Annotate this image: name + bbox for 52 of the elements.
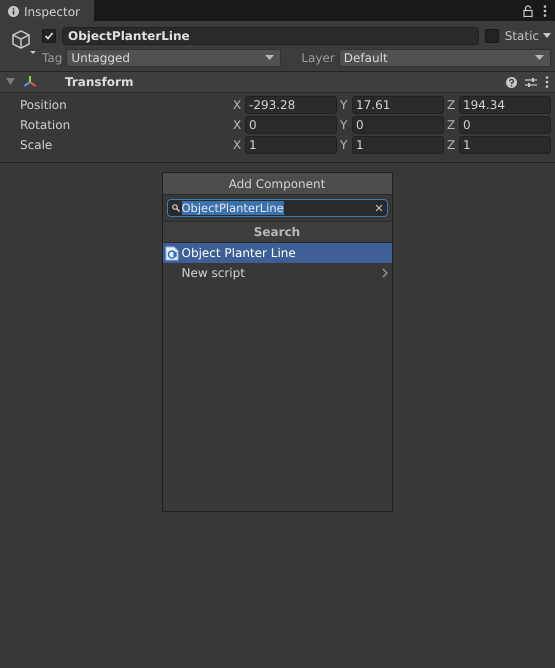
axis-label: Z [447, 138, 456, 152]
number-field[interactable]: 1 [245, 136, 337, 154]
axis-label: Y [340, 138, 348, 152]
number-field[interactable]: 194.34 [459, 96, 551, 114]
layer-label: Layer [301, 51, 335, 65]
active-checkbox[interactable] [42, 29, 56, 43]
axis-label: X [233, 98, 242, 112]
axis-label: X [233, 118, 242, 132]
property-label: Scale [20, 138, 54, 152]
menu-item[interactable]: New script [162, 263, 392, 283]
gameobject-cube-icon[interactable] [11, 29, 37, 57]
layer-dropdown[interactable]: Default [338, 49, 551, 67]
csharp-script-icon [164, 246, 178, 260]
property-label: Rotation [20, 118, 72, 132]
axis-label: Z [447, 98, 456, 112]
number-field[interactable]: 0 [459, 116, 551, 134]
transform-axes-icon [23, 75, 37, 89]
chevron-right-icon [382, 268, 388, 278]
number-field[interactable]: 0 [245, 116, 337, 134]
object-name-field[interactable]: ObjectPlanterLine [62, 27, 479, 45]
menu-item[interactable]: Object Planter Line [162, 243, 392, 263]
add-component-button[interactable]: Add Component [162, 173, 392, 195]
search-field[interactable]: ObjectPlanterLine [166, 199, 388, 217]
info-icon [8, 6, 19, 17]
inspector-tab[interactable]: Inspector [0, 0, 94, 21]
search-icon [172, 204, 180, 212]
tag-label: Tag [42, 51, 62, 65]
static-label: Static [504, 29, 539, 43]
number-field[interactable]: 17.61 [352, 96, 444, 114]
lock-icon[interactable] [523, 4, 533, 16]
number-field[interactable]: 0 [352, 116, 444, 134]
dropdown-arrow-icon [535, 55, 544, 61]
axis-label: Y [340, 98, 348, 112]
number-field[interactable]: 1 [459, 136, 551, 154]
more-options-icon[interactable] [543, 4, 547, 16]
tag-dropdown[interactable]: Untagged [66, 49, 282, 67]
axis-label: Y [340, 118, 348, 132]
preset-sliders-icon[interactable] [525, 76, 537, 88]
list-header: Search [162, 221, 392, 243]
static-checkbox[interactable] [484, 29, 499, 43]
number-field[interactable]: 1 [352, 136, 444, 154]
more-options-icon[interactable] [545, 76, 549, 88]
property-label: Position [20, 98, 68, 112]
dropdown-arrow-icon [265, 55, 274, 61]
help-icon[interactable] [506, 76, 517, 88]
axis-label: Z [447, 118, 456, 132]
axis-label: X [233, 138, 242, 152]
number-field[interactable]: -293.28 [245, 96, 337, 114]
clear-icon[interactable] [374, 204, 382, 212]
dropdown-arrow-icon[interactable] [543, 33, 551, 39]
component-title: Transform [65, 75, 134, 89]
foldout-arrow-icon[interactable] [6, 78, 15, 86]
